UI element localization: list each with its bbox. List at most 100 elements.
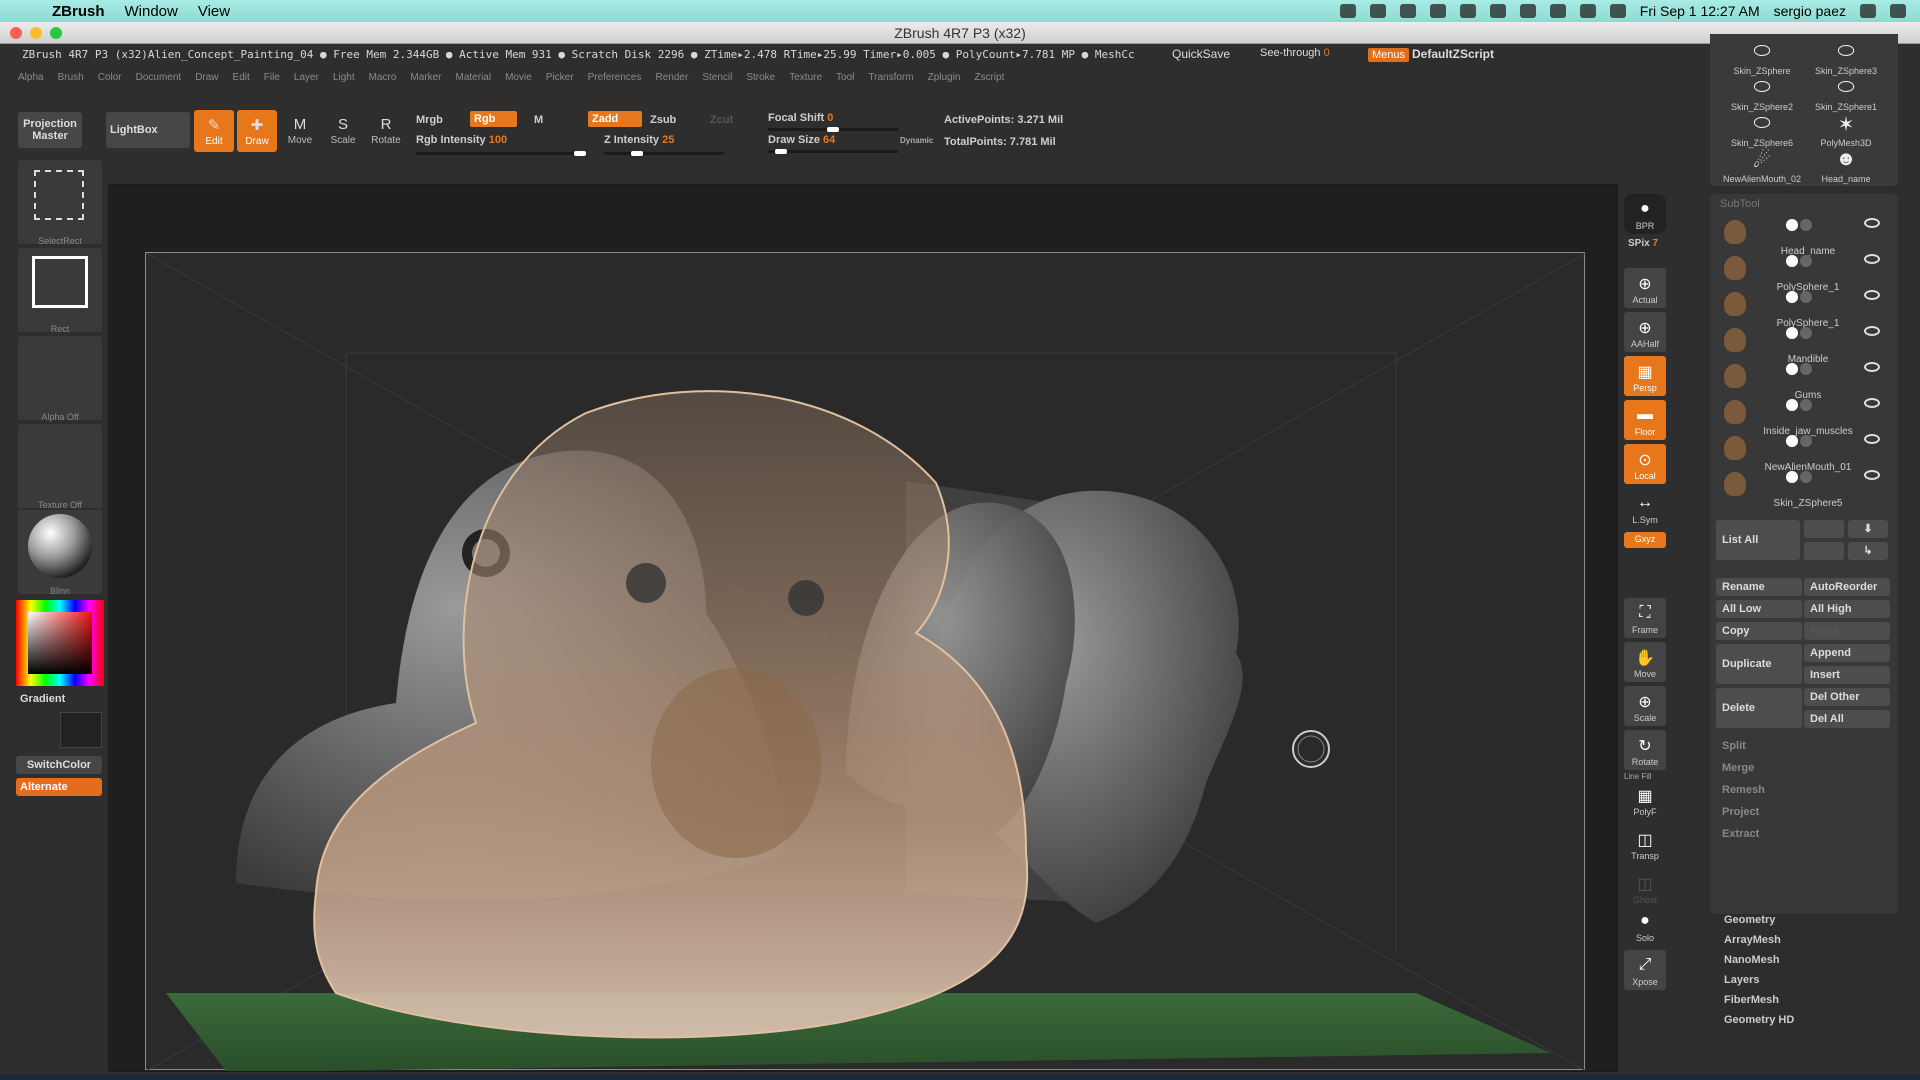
draw-size-slider[interactable]: Draw Size 64 xyxy=(768,134,835,146)
default-zscript-button[interactable]: DefaultZScript xyxy=(1412,47,1494,61)
palette-arraymesh[interactable]: ArrayMesh xyxy=(1724,934,1781,946)
eye-icon[interactable] xyxy=(1864,290,1880,300)
menu-brush[interactable]: Brush xyxy=(58,72,84,83)
eject-icon[interactable] xyxy=(1609,4,1626,18)
toggle-icon[interactable] xyxy=(1800,327,1812,339)
aahalf-button[interactable]: ⊕ AAHalf xyxy=(1624,312,1666,352)
polypaint-toggle-icon[interactable] xyxy=(1786,219,1798,231)
toggle-icon[interactable] xyxy=(1800,255,1812,267)
rgb-intensity-thumb[interactable] xyxy=(574,151,586,156)
duplicate-button[interactable]: Duplicate xyxy=(1716,644,1802,684)
alpha-slot[interactable]: Alpha Off xyxy=(18,336,102,422)
all-high-button[interactable]: All High xyxy=(1804,600,1890,618)
menu-marker[interactable]: Marker xyxy=(410,72,441,83)
menu-draw[interactable]: Draw xyxy=(195,72,218,83)
paste-button[interactable]: Paste xyxy=(1804,622,1890,640)
menu-stroke[interactable]: Stroke xyxy=(746,72,775,83)
floor-button[interactable]: ▬ Floor xyxy=(1624,400,1666,440)
menu-picker[interactable]: Picker xyxy=(546,72,574,83)
focal-shift-slider[interactable]: Focal Shift 0 xyxy=(768,112,833,124)
draw-size-thumb[interactable] xyxy=(775,149,787,154)
all-low-button[interactable]: All Low xyxy=(1716,600,1802,618)
subtool-toggles[interactable] xyxy=(1786,470,1836,483)
z-intensity-track[interactable] xyxy=(604,151,724,156)
tool-thumb[interactable]: ☄ NewAlienMouth_02 xyxy=(1720,148,1804,192)
copy-button[interactable]: Copy xyxy=(1716,622,1802,640)
lightbox-button[interactable]: LightBox xyxy=(106,112,190,148)
rgb-intensity-slider[interactable]: Rgb Intensity 100 xyxy=(416,134,507,146)
clock[interactable]: Fri Sep 1 12:27 AM xyxy=(1640,3,1760,19)
search-icon[interactable] xyxy=(1860,4,1876,18)
eye-icon[interactable] xyxy=(1864,398,1880,408)
scale-mode-button[interactable]: S Scale xyxy=(323,110,363,152)
polypaint-toggle-icon[interactable] xyxy=(1786,363,1798,375)
persp-button[interactable]: ▦ Persp xyxy=(1624,356,1666,396)
toggle-icon[interactable] xyxy=(1800,219,1812,231)
polypaint-toggle-icon[interactable] xyxy=(1786,327,1798,339)
menu-color[interactable]: Color xyxy=(98,72,122,83)
mrgb-button[interactable]: Mrgb xyxy=(416,114,443,126)
bpr-button[interactable]: ● BPR xyxy=(1624,194,1666,234)
merge-section[interactable]: Merge xyxy=(1722,762,1754,774)
move-mode-button[interactable]: M Move xyxy=(280,110,320,152)
menu-document[interactable]: Document xyxy=(136,72,182,83)
delete-button[interactable]: Delete xyxy=(1716,688,1802,728)
gradient-label[interactable]: Gradient xyxy=(20,693,65,705)
subtool-toggles[interactable] xyxy=(1786,362,1836,375)
polypaint-toggle-icon[interactable] xyxy=(1786,471,1798,483)
scale-view-button[interactable]: ⊕ Scale xyxy=(1624,686,1666,726)
subtool-toggles[interactable] xyxy=(1786,290,1836,303)
menu-render[interactable]: Render xyxy=(656,72,689,83)
rect-stroke[interactable]: Rect xyxy=(18,248,102,334)
quicksave-button[interactable]: QuickSave xyxy=(1172,47,1230,61)
xpose-button[interactable]: ⤢ Xpose xyxy=(1624,950,1666,990)
texture-slot[interactable]: Texture Off xyxy=(18,424,102,510)
xyz-button[interactable]: Gxyz xyxy=(1624,532,1666,548)
menu-window[interactable]: Window xyxy=(125,3,178,20)
extract-section[interactable]: Extract xyxy=(1722,828,1759,840)
zadd-button[interactable]: Zadd xyxy=(588,111,643,127)
z-intensity-slider[interactable]: Z Intensity 25 xyxy=(604,134,674,146)
del-other-button[interactable]: Del Other xyxy=(1804,688,1890,706)
menus-toggle[interactable]: Menus xyxy=(1368,47,1410,62)
menu-zscript[interactable]: Zscript xyxy=(974,72,1004,83)
wifi-icon[interactable] xyxy=(1459,4,1476,18)
toggle-icon[interactable] xyxy=(1800,471,1812,483)
draw-size-track[interactable] xyxy=(768,149,898,154)
apple-icon[interactable] xyxy=(16,0,38,22)
polyf-button[interactable]: ▦ PolyF xyxy=(1624,780,1666,820)
local-button[interactable]: ⊙ Local xyxy=(1624,444,1666,484)
subtool-toggles[interactable] xyxy=(1786,218,1836,231)
project-section[interactable]: Project xyxy=(1722,806,1759,818)
eye-icon[interactable] xyxy=(1864,218,1880,228)
menu-layer[interactable]: Layer xyxy=(294,72,319,83)
time-machine-icon[interactable] xyxy=(1489,4,1506,18)
menu-tool[interactable]: Tool xyxy=(836,72,854,83)
document-area[interactable] xyxy=(145,252,1587,1072)
rgb-button[interactable]: Rgb xyxy=(470,111,518,127)
menu-stencil[interactable]: Stencil xyxy=(702,72,732,83)
bluetooth-icon[interactable] xyxy=(1579,4,1596,18)
alternate-button[interactable]: Alternate xyxy=(16,778,102,796)
frame-button[interactable]: ⛶ Frame xyxy=(1624,598,1666,638)
arrow-return-icon[interactable]: ↳ xyxy=(1848,542,1888,560)
transp-button[interactable]: ◫ Transp xyxy=(1624,824,1666,864)
eye-icon[interactable] xyxy=(1864,362,1880,372)
zcut-button[interactable]: Zcut xyxy=(710,114,733,126)
lsym-button[interactable]: ↔ L.Sym xyxy=(1624,488,1666,528)
solo-button[interactable]: ● Solo xyxy=(1624,906,1666,946)
dropbox-icon[interactable] xyxy=(1429,4,1446,18)
m-button[interactable]: M xyxy=(534,114,543,126)
menu-transform[interactable]: Transform xyxy=(868,72,913,83)
material-slot[interactable]: Blinn xyxy=(18,510,102,596)
edit-mode-button[interactable]: ✎ Edit xyxy=(194,110,234,152)
tool-thumb[interactable]: ☻ Head_name xyxy=(1804,148,1888,192)
menu-texture[interactable]: Texture xyxy=(789,72,822,83)
z-intensity-thumb[interactable] xyxy=(631,151,643,156)
minimize-window-button[interactable] xyxy=(30,27,42,39)
focal-shift-thumb[interactable] xyxy=(827,127,839,132)
toggle-icon[interactable] xyxy=(1800,363,1812,375)
eye-icon[interactable] xyxy=(1864,434,1880,444)
append-button[interactable]: Append xyxy=(1804,644,1890,662)
volume-icon[interactable] xyxy=(1519,4,1536,18)
